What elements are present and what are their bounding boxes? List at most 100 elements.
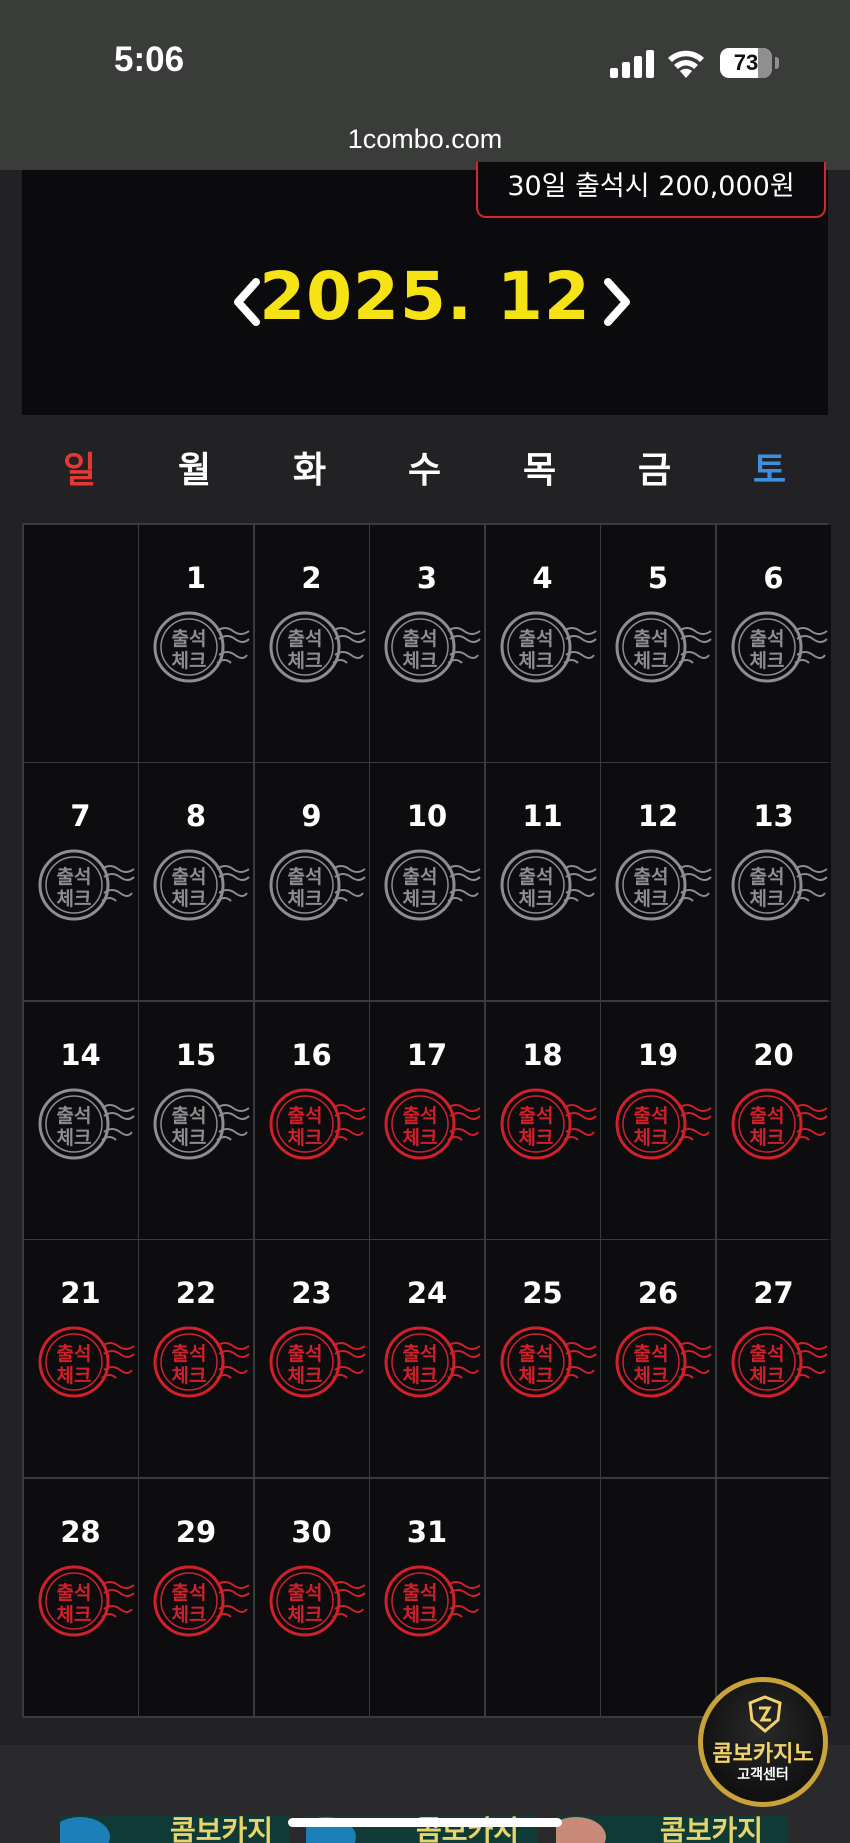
calendar-day-cell[interactable]: 20 출석 체크 [716, 1001, 831, 1239]
stamp-text-top: 출석 [518, 628, 553, 650]
attendance-stamp-icon: 출석체크 [615, 611, 712, 682]
battery-cap [775, 57, 779, 69]
attendance-stamp-icon: 출석체크 [384, 849, 481, 921]
calendar-day-cell[interactable]: 3 출석 체크 [370, 524, 484, 762]
day-number: 25 [522, 1276, 563, 1310]
calendar-day-cell[interactable]: 1 출석 체크 [139, 524, 253, 762]
calendar-day-cell[interactable]: 30 출석 체크 [254, 1478, 369, 1716]
attendance-stamp-checked-icon: 출석체크 [269, 1088, 366, 1159]
day-number: 7 [70, 799, 91, 833]
promo-banner-3[interactable]: 콤보카지노 [556, 1815, 788, 1843]
calendar-day-cell[interactable]: 31 출석 체크 [370, 1478, 484, 1716]
stamp-text-bottom: 체크 [172, 1604, 207, 1626]
attendance-stamp-checked-icon: 출석체크 [384, 1088, 481, 1159]
calendar-day-cell[interactable]: 2 출석 체크 [254, 524, 369, 762]
attendance-stamp-icon: 출석체크 [731, 849, 828, 921]
calendar-day-cell[interactable]: 17 출석 체크 [370, 1001, 484, 1239]
calendar-day-cell[interactable]: 16 출석 체크 [254, 1001, 369, 1239]
banner-avatar-icon [556, 1817, 606, 1843]
home-indicator [288, 1818, 562, 1827]
stamp-text-top: 출석 [518, 866, 553, 888]
attendance-stamp-icon: 출석체크 [269, 849, 366, 921]
next-month-button[interactable] [592, 272, 642, 332]
url-bar[interactable]: 1combo.com [0, 124, 850, 155]
cellular-signal-icon [610, 50, 656, 78]
day-number: 15 [175, 1037, 217, 1072]
browser-chrome: 5:06 73 1combo.com [0, 0, 850, 170]
calendar-day-cell[interactable]: 8 출석 체크 [139, 763, 253, 1000]
stamp-text-bottom: 체크 [634, 1365, 669, 1387]
stamp-text-top: 출석 [287, 628, 322, 650]
stamp-text-top: 출석 [56, 1582, 91, 1604]
calendar-day-cell[interactable]: 7 출석 체크 [23, 763, 138, 1000]
calendar-day-cell[interactable]: 27 출석 체크 [716, 1240, 831, 1477]
day-number: 20 [753, 1037, 794, 1072]
weekday-tue: 화 [292, 450, 327, 491]
banner-orb-icon [60, 1817, 110, 1843]
day-number: 17 [406, 1037, 448, 1072]
attendance-stamp-checked-icon: 출석체크 [384, 1565, 481, 1636]
stamp-text-bottom: 체크 [403, 888, 438, 910]
banner-title: 콤보카지노 [170, 1815, 274, 1843]
calendar-day-cell[interactable]: 15 출석 체크 [139, 1001, 253, 1239]
attendance-stamp-checked-icon: 출석체크 [153, 1326, 250, 1398]
day-number: 18 [522, 1037, 563, 1072]
calendar-day-cell[interactable]: 6 출석 체크 [716, 524, 831, 762]
day-number: 9 [301, 799, 322, 833]
calendar-day-cell[interactable]: 26 출석 체크 [601, 1240, 715, 1477]
calendar-day-cell[interactable]: 24 출석 체크 [370, 1240, 484, 1477]
calendar-day-cell[interactable]: 11 출석 체크 [485, 763, 600, 1000]
stamp-text-top: 출석 [287, 866, 322, 888]
attendance-stamp-checked-icon: 출석체크 [269, 1326, 366, 1398]
stamp-text-top: 출석 [403, 866, 438, 888]
stamp-text-top: 출석 [634, 1343, 669, 1365]
stamp-text-bottom: 체크 [287, 1127, 322, 1149]
weekday-wed: 수 [407, 450, 442, 491]
stamp-text-top: 출석 [172, 866, 207, 888]
day-number: 13 [753, 799, 794, 833]
stamp-text-top: 출석 [287, 1105, 322, 1127]
promo-banner-1[interactable]: 콤보카지노 [60, 1815, 290, 1843]
calendar-day-cell[interactable]: 22 출석 체크 [139, 1240, 253, 1477]
day-number: 24 [406, 1276, 448, 1310]
attendance-page: 30일 출석시 200,000원 2025. 12 일 월 화 수 목 금 토 … [0, 162, 850, 1843]
calendar-day-cell[interactable]: 14 출석 체크 [23, 1001, 138, 1239]
stamp-text-top: 출석 [403, 628, 438, 650]
calendar-day-cell[interactable]: 12 출석 체크 [601, 763, 715, 1000]
calendar-day-cell[interactable]: 9 출석 체크 [254, 763, 369, 1000]
weekday-mon: 월 [177, 450, 212, 491]
stamp-text-bottom: 체크 [403, 1365, 438, 1387]
calendar-day-cell[interactable]: 23 출석 체크 [254, 1240, 369, 1477]
stamp-text-bottom: 체크 [56, 1604, 91, 1626]
stamp-text-top: 출석 [518, 1343, 553, 1365]
prev-month-button[interactable] [222, 272, 272, 332]
calendar-day-cell[interactable]: 5 출석 체크 [601, 524, 715, 762]
calendar-day-cell[interactable]: 28 출석 체크 [23, 1478, 138, 1716]
calendar-day-cell[interactable]: 10 출석 체크 [370, 763, 484, 1000]
attendance-stamp-checked-icon: 출석체크 [38, 1565, 135, 1636]
calendar-day-cell[interactable]: 18 출석 체크 [485, 1001, 600, 1239]
calendar-day-cell[interactable]: 29 출석 체크 [139, 1478, 253, 1716]
stamp-text-top: 출석 [518, 1105, 553, 1127]
day-number: 29 [175, 1514, 217, 1549]
calendar-day-cell[interactable]: 25 출석 체크 [485, 1240, 600, 1477]
stamp-text-top: 출석 [403, 1582, 438, 1604]
stamp-text-top: 출석 [749, 628, 784, 650]
stamp-text-top: 출석 [749, 1343, 784, 1365]
stamp-text-bottom: 체크 [56, 1127, 91, 1149]
stamp-text-top: 출석 [749, 866, 784, 888]
customer-support-button[interactable]: 콤보카지노 고객센터 [698, 1677, 828, 1807]
stamp-text-top: 출석 [287, 1582, 322, 1604]
calendar-day-cell[interactable]: 21 출석 체크 [23, 1240, 138, 1477]
day-number: 22 [175, 1276, 217, 1310]
calendar-day-cell[interactable]: 13 출석 체크 [716, 763, 831, 1000]
stamp-text-bottom: 체크 [634, 888, 669, 910]
stamp-text-top: 출석 [403, 1105, 438, 1127]
attendance-stamp-checked-icon: 출석체크 [384, 1326, 481, 1398]
calendar-day-cell[interactable]: 4 출석 체크 [485, 524, 600, 762]
calendar-day-cell[interactable]: 19 출석 체크 [601, 1001, 715, 1239]
day-number: 16 [291, 1037, 332, 1072]
stamp-text-bottom: 체크 [749, 1365, 784, 1387]
current-month: 2025. 12 [259, 258, 591, 335]
stamp-text-bottom: 체크 [749, 888, 784, 910]
